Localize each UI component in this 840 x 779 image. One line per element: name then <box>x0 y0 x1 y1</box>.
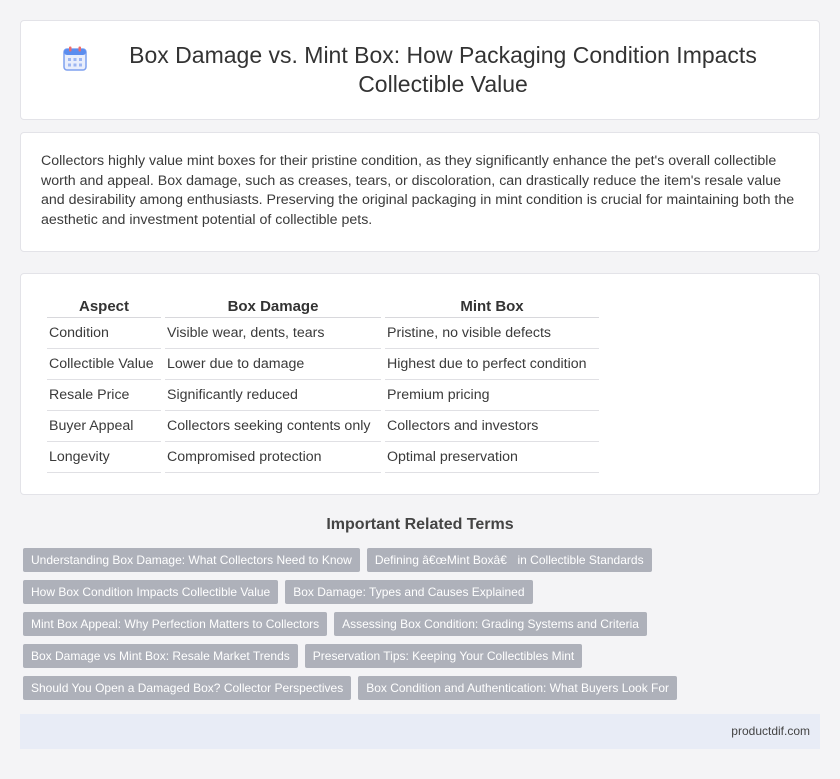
related-term-link[interactable]: Box Damage: Types and Causes Explained <box>285 580 533 604</box>
column-header-mint-box: Mint Box <box>385 296 599 318</box>
related-term-link[interactable]: Defining â€œMint Boxâ€ in Collectible S… <box>366 548 652 572</box>
related-term-link[interactable]: Preservation Tips: Keeping Your Collecti… <box>304 644 583 668</box>
related-term-link[interactable]: Understanding Box Damage: What Collector… <box>23 548 360 572</box>
table-cell: Longevity <box>47 442 161 473</box>
page-title: Box Damage vs. Mint Box: How Packaging C… <box>129 42 757 97</box>
comparison-table: Aspect Box Damage Mint Box Condition Vis… <box>43 296 603 473</box>
tag-row: Box Damage vs Mint Box: Resale Market Tr… <box>23 644 823 668</box>
footer-site-link[interactable]: productdif.com <box>731 724 810 738</box>
comparison-card: Aspect Box Damage Mint Box Condition Vis… <box>20 273 820 495</box>
related-term-link[interactable]: Mint Box Appeal: Why Perfection Matters … <box>23 612 328 636</box>
tag-row: Understanding Box Damage: What Collector… <box>23 548 823 572</box>
footer: productdif.com <box>20 714 820 749</box>
calendar-icon <box>63 46 87 71</box>
table-cell: Resale Price <box>47 380 161 411</box>
related-term-link[interactable]: Box Damage vs Mint Box: Resale Market Tr… <box>23 644 298 668</box>
table-cell: Premium pricing <box>385 380 599 411</box>
table-row: Resale Price Significantly reduced Premi… <box>47 380 599 411</box>
table-cell: Pristine, no visible defects <box>385 318 599 349</box>
column-header-aspect: Aspect <box>47 296 161 318</box>
table-row: Buyer Appeal Collectors seeking contents… <box>47 411 599 442</box>
related-term-link[interactable]: Should You Open a Damaged Box? Collector… <box>23 676 352 700</box>
table-row: Collectible Value Lower due to damage Hi… <box>47 349 599 380</box>
header-card: Box Damage vs. Mint Box: How Packaging C… <box>20 20 820 120</box>
column-header-box-damage: Box Damage <box>165 296 381 318</box>
tag-row: Should You Open a Damaged Box? Collector… <box>23 676 823 700</box>
table-cell: Visible wear, dents, tears <box>165 318 381 349</box>
tag-row: How Box Condition Impacts Collectible Va… <box>23 580 823 604</box>
related-term-link[interactable]: How Box Condition Impacts Collectible Va… <box>23 580 279 604</box>
table-cell: Condition <box>47 318 161 349</box>
table-header-row: Aspect Box Damage Mint Box <box>47 296 599 318</box>
table-cell: Significantly reduced <box>165 380 381 411</box>
related-terms-list: Understanding Box Damage: What Collector… <box>23 548 823 708</box>
table-cell: Collectors seeking contents only <box>165 411 381 442</box>
table-cell: Compromised protection <box>165 442 381 473</box>
tag-row: Mint Box Appeal: Why Perfection Matters … <box>23 612 823 636</box>
table-cell: Optimal preservation <box>385 442 599 473</box>
table-cell: Buyer Appeal <box>47 411 161 442</box>
table-row: Longevity Compromised protection Optimal… <box>47 442 599 473</box>
table-cell: Collectible Value <box>47 349 161 380</box>
intro-card: Collectors highly value mint boxes for t… <box>20 132 820 252</box>
table-cell: Collectors and investors <box>385 411 599 442</box>
table-cell: Highest due to perfect condition <box>385 349 599 380</box>
related-term-link[interactable]: Assessing Box Condition: Grading Systems… <box>334 612 647 636</box>
table-cell: Lower due to damage <box>165 349 381 380</box>
related-term-link[interactable]: Box Condition and Authentication: What B… <box>358 676 678 700</box>
intro-paragraph: Collectors highly value mint boxes for t… <box>41 153 795 228</box>
table-row: Condition Visible wear, dents, tears Pri… <box>47 318 599 349</box>
related-terms-title: Important Related Terms <box>326 516 514 533</box>
